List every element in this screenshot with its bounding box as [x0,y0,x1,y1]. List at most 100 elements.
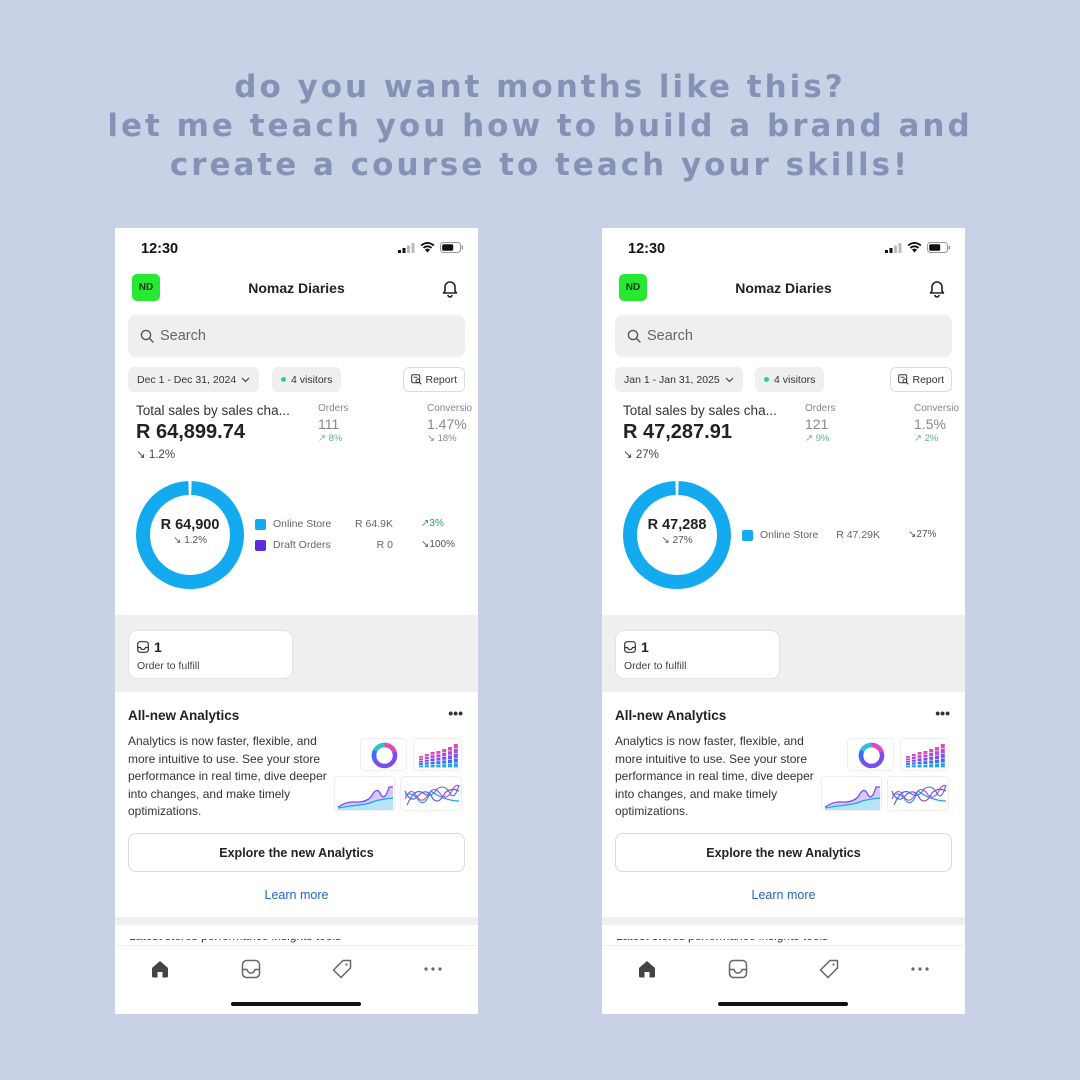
trend-arrow-icon: ↘ [427,433,438,444]
status-icons [398,242,464,253]
legend-item[interactable]: Online Store R 47.29K ↘27% [742,529,965,543]
headline-line: let me teach you how to build a brand an… [107,108,973,144]
store-name[interactable]: Nomaz Diaries [602,280,965,296]
thumbnail-bar-segment [448,747,452,751]
section-divider [115,917,478,925]
fulfill-label: Order to fulfill [624,660,687,672]
learn-more-link[interactable]: Learn more [115,888,478,902]
fulfill-count: 1 [154,639,162,655]
explore-analytics-button[interactable]: Explore the new Analytics [615,833,952,872]
thumbnail-bar-segment [911,756,916,759]
orders-label: Orders [318,403,349,414]
report-label: Report [912,373,944,386]
more-icon[interactable] [421,957,445,981]
orders-inbox-icon[interactable] [239,957,263,981]
orders-change-value: 9% [815,433,830,444]
date-range-selector[interactable]: Dec 1 - Dec 31, 2024 [128,367,260,392]
thumbnail-bar-segment [436,751,441,754]
sales-metrics[interactable]: Total sales by sales cha... R 64,899.74 … [136,401,478,463]
explore-analytics-button[interactable]: Explore the new Analytics [128,833,465,872]
orders-to-fulfill-card[interactable]: 1 Order to fulfill [615,630,780,679]
thumbnail-bar-segment [917,755,922,758]
sales-metrics[interactable]: Total sales by sales cha... R 47,287.91 … [623,401,965,463]
analytics-title: All-new Analytics [615,708,727,723]
cellular-signal-icon [398,242,415,253]
orders-change: ↗ 8% [318,433,349,444]
trend-arrow-icon: ↘ [173,535,185,546]
thumbnail-bar-segment [453,748,458,753]
products-tag-icon[interactable] [817,957,841,981]
thumbnail-bar-segment [436,754,441,758]
thumbnail-bar-segment [419,763,423,765]
thumbnail-bar-segment [442,756,447,760]
conversion-change-value: 18% [437,433,457,444]
next-section-title-clipped: Latest stores performance insights tools [616,939,951,943]
thumbnail-bar-segment [929,749,934,753]
orders-metric[interactable]: Orders 111 ↗ 8% [318,403,349,444]
home-icon[interactable] [148,957,172,981]
thumbnail-bar-segment [448,763,452,768]
cellular-signal-icon [885,242,902,253]
legend-item[interactable]: Online Store R 64.9K ↗3% [255,518,478,532]
search-input[interactable]: Search [615,315,952,357]
section-divider [602,917,965,925]
conversion-change: ↘ 18% [427,433,472,444]
visitors-chip[interactable]: 4 visitors [272,367,342,392]
report-button[interactable]: Report [890,367,952,392]
total-sales-change: ↘ 1.2% [136,447,175,461]
orders-to-fulfill-card[interactable]: 1 Order to fulfill [128,630,293,679]
legend-swatch [255,540,266,551]
more-icon[interactable] [908,957,932,981]
orders-value: 111 [318,416,340,432]
conversion-change: ↗ 2% [914,433,959,444]
store-name[interactable]: Nomaz Diaries [115,280,478,296]
search-input[interactable]: Search [128,315,465,357]
thumbnail-bar-segment [929,764,934,768]
bell-icon[interactable] [927,278,947,298]
thumbnail-bar-segment [436,764,441,768]
products-tag-icon[interactable] [330,957,354,981]
more-options-icon[interactable]: ••• [935,705,950,721]
thumbnail-bar-segment [935,759,939,764]
date-range-label: Dec 1 - Dec 31, 2024 [137,373,237,386]
next-section-title-clipped: Latest stores performance insights tools [129,939,464,943]
bell-icon[interactable] [440,278,460,298]
total-sales-value: R 47,287.91 [623,421,732,443]
total-sales-change: ↘ 27% [623,447,659,461]
line-thumbnail-icon [887,776,949,811]
legend-change-value: 100% [429,539,455,550]
live-dot-icon [764,377,769,382]
analytics-description: Analytics is now faster, flexible, and m… [615,734,814,819]
more-options-icon[interactable]: ••• [448,705,463,721]
orders-metric[interactable]: Orders 121 ↗ 9% [805,403,836,444]
total-sales-change-value: 27% [635,449,659,461]
report-button[interactable]: Report [403,367,465,392]
headline-line: create a course to teach your skills! [169,147,911,183]
conversion-metric[interactable]: Conversio 1.47% ↘ 18% [427,403,472,444]
status-bar: 12:30 [602,228,965,270]
analytics-card: All-new Analytics ••• Analytics is now f… [115,692,478,917]
fulfill-count: 1 [641,639,649,655]
thumbnail-bar-segment [906,758,910,761]
thumbnail-bar-segment [448,751,452,755]
home-icon[interactable] [635,957,659,981]
conversion-label: Conversio [914,403,960,414]
visitors-chip[interactable]: 4 visitors [755,367,825,392]
date-range-selector[interactable]: Jan 1 - Jan 31, 2025 [615,367,743,392]
analytics-description: Analytics is now faster, flexible, and m… [128,734,327,819]
conversion-metric[interactable]: Conversio 1.5% ↗ 2% [914,403,959,444]
thumbnail-bar-segment [940,763,945,768]
orders-inbox-icon[interactable] [726,957,750,981]
learn-more-link[interactable]: Learn more [602,888,965,902]
legend-item[interactable]: Draft Orders R 0 ↘100% [255,539,478,553]
report-label: Report [425,373,457,386]
thumbnail-bar-segment [453,753,458,758]
orders-value: 121 [805,416,829,432]
thumbnail-bar-segment [911,759,916,762]
donut-center-change: ↘ 27% [621,535,733,546]
legend-swatch [742,530,753,541]
battery-icon [440,242,464,253]
thumbnail-bar-segment [929,756,934,760]
thumbnail-bar-segment [430,761,435,765]
wifi-icon [420,242,435,253]
